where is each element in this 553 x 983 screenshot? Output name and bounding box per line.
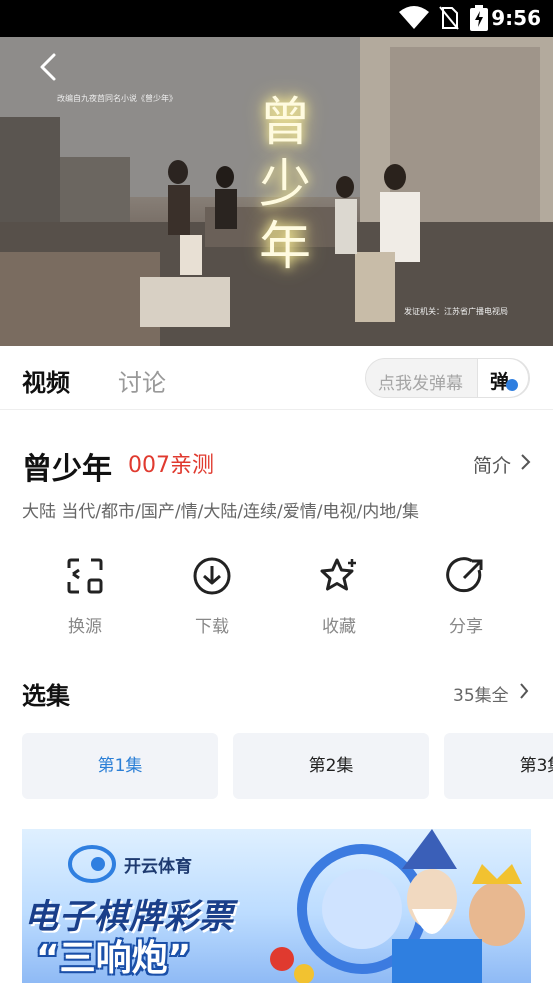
banner-brand-name: 开云体育 <box>124 857 192 877</box>
content-tabs: 视频 讨论 点我发弹幕 弹 <box>0 346 553 410</box>
star-icon <box>320 558 356 591</box>
danmu-toggle-button[interactable]: 弹 <box>477 358 529 398</box>
video-player[interactable]: 改编自九夜茴同名小说《曾少年》 曾少年 发证机关：江苏省广播电视局 <box>0 37 553 346</box>
danmu-placeholder: 点我发弹幕 <box>378 374 463 394</box>
show-title: 曾少年 <box>22 452 112 487</box>
swap-source-label: 换源 <box>68 617 102 637</box>
swap-source-icon <box>67 558 103 594</box>
tab-video[interactable]: 视频 <box>22 363 70 398</box>
battery-charging-icon <box>470 5 488 31</box>
status-time: 9:56 <box>491 6 541 30</box>
wifi-icon <box>399 6 429 29</box>
danmu-input[interactable]: 点我发弹幕 弹 <box>365 358 530 398</box>
tab-discussion[interactable]: 讨论 <box>118 363 166 398</box>
video-caption-license: 发证机关：江苏省广播电视局 <box>404 307 508 316</box>
share-icon <box>446 557 483 593</box>
chevron-right-icon[interactable] <box>519 452 531 472</box>
download-button[interactable]: 下载 <box>172 556 252 637</box>
show-tags: 大陆 当代/都市/国产/情/大陆/连续/爱情/电视/内地/集 <box>22 502 419 522</box>
share-label: 分享 <box>449 617 483 637</box>
episodes-title: 选集 <box>22 682 70 710</box>
episode-item-3[interactable]: 第3集 <box>444 733 553 799</box>
ad-banner[interactable]: 开云体育 电子棋牌彩票 “三响炮” <box>22 829 531 983</box>
danmu-check-icon <box>506 379 518 391</box>
banner-artwork <box>270 829 525 983</box>
intro-link[interactable]: 简介 <box>473 451 511 478</box>
status-bar: 9:56 <box>0 0 553 37</box>
download-icon <box>193 557 231 595</box>
episode-list: 第1集 第2集 第3集 <box>22 733 553 799</box>
share-button[interactable]: 分享 <box>426 556 506 637</box>
download-label: 下载 <box>195 617 229 637</box>
episode-item-1[interactable]: 第1集 <box>22 733 218 799</box>
episode-item-2[interactable]: 第2集 <box>233 733 429 799</box>
banner-subheadline: “三响炮” <box>36 938 192 979</box>
video-title-overlay: 曾少年 <box>258 93 311 277</box>
chevron-right-icon[interactable] <box>519 682 529 700</box>
no-sim-icon <box>439 6 459 30</box>
video-caption-source: 改编自九夜茴同名小说《曾少年》 <box>57 94 177 103</box>
source-tag: 007亲测 <box>128 453 214 478</box>
banner-brand: 开云体育 <box>68 844 208 884</box>
brand-logo-icon <box>68 845 116 883</box>
favorite-button[interactable]: 收藏 <box>299 556 379 637</box>
favorite-label: 收藏 <box>322 617 356 637</box>
swap-source-button[interactable]: 换源 <box>45 556 125 637</box>
back-arrow-icon[interactable] <box>34 51 62 83</box>
episodes-all-link[interactable]: 35集全 <box>453 681 509 706</box>
